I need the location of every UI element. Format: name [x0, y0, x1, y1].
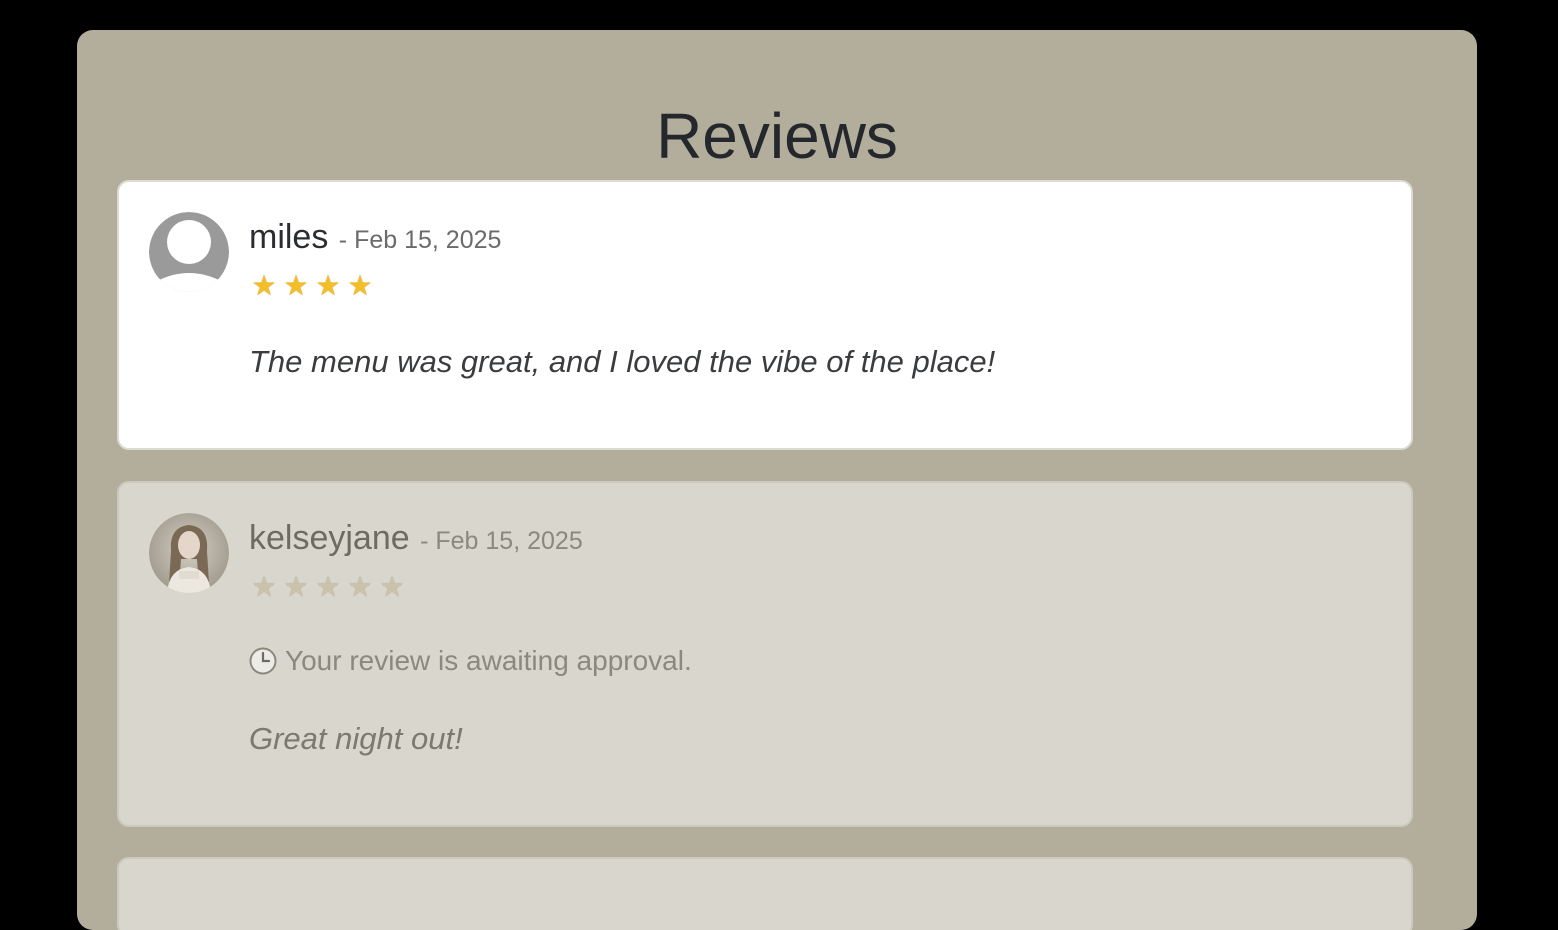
star-filled-icon: ★	[251, 270, 279, 301]
approval-status: Your review is awaiting approval.	[249, 645, 692, 677]
review-comment: Great night out!	[249, 721, 463, 756]
star-rating: ★ ★ ★ ★ ★	[249, 571, 409, 603]
star-rating: ★ ★ ★ ★	[249, 270, 377, 302]
review-card-pending: kelseyjane - Feb 15, 2025 ★ ★ ★ ★ ★ Your rev…	[117, 481, 1413, 827]
review-comment: The menu was great, and I loved the vibe…	[249, 344, 996, 379]
star-filled-icon: ★	[347, 270, 375, 301]
review-username[interactable]: kelseyjane	[249, 519, 410, 557]
star-empty-icon: ★	[283, 571, 311, 602]
user-photo-avatar	[149, 513, 229, 593]
review-card: miles - Feb 15, 2025 ★ ★ ★ ★ The menu was g…	[117, 180, 1413, 450]
default-avatar-icon	[149, 212, 229, 292]
star-filled-icon: ★	[283, 270, 311, 301]
reviews-heading: Reviews	[656, 100, 898, 172]
review-header: kelseyjane - Feb 15, 2025	[249, 519, 583, 558]
star-empty-icon: ★	[379, 571, 407, 602]
review-username[interactable]: miles	[249, 218, 328, 256]
reviews-panel: Reviews miles - Feb 15, 2025 ★ ★ ★ ★ The me…	[77, 30, 1477, 930]
review-date: - Feb 15, 2025	[420, 527, 583, 555]
review-card-partial	[117, 857, 1413, 930]
clock-icon	[249, 647, 277, 675]
star-empty-icon: ★	[315, 571, 343, 602]
approval-status-text: Your review is awaiting approval.	[285, 645, 692, 676]
star-filled-icon: ★	[315, 270, 343, 301]
star-empty-icon: ★	[347, 571, 375, 602]
star-empty-icon: ★	[251, 571, 279, 602]
review-date: - Feb 15, 2025	[338, 226, 502, 254]
review-header: miles - Feb 15, 2025	[249, 218, 501, 257]
